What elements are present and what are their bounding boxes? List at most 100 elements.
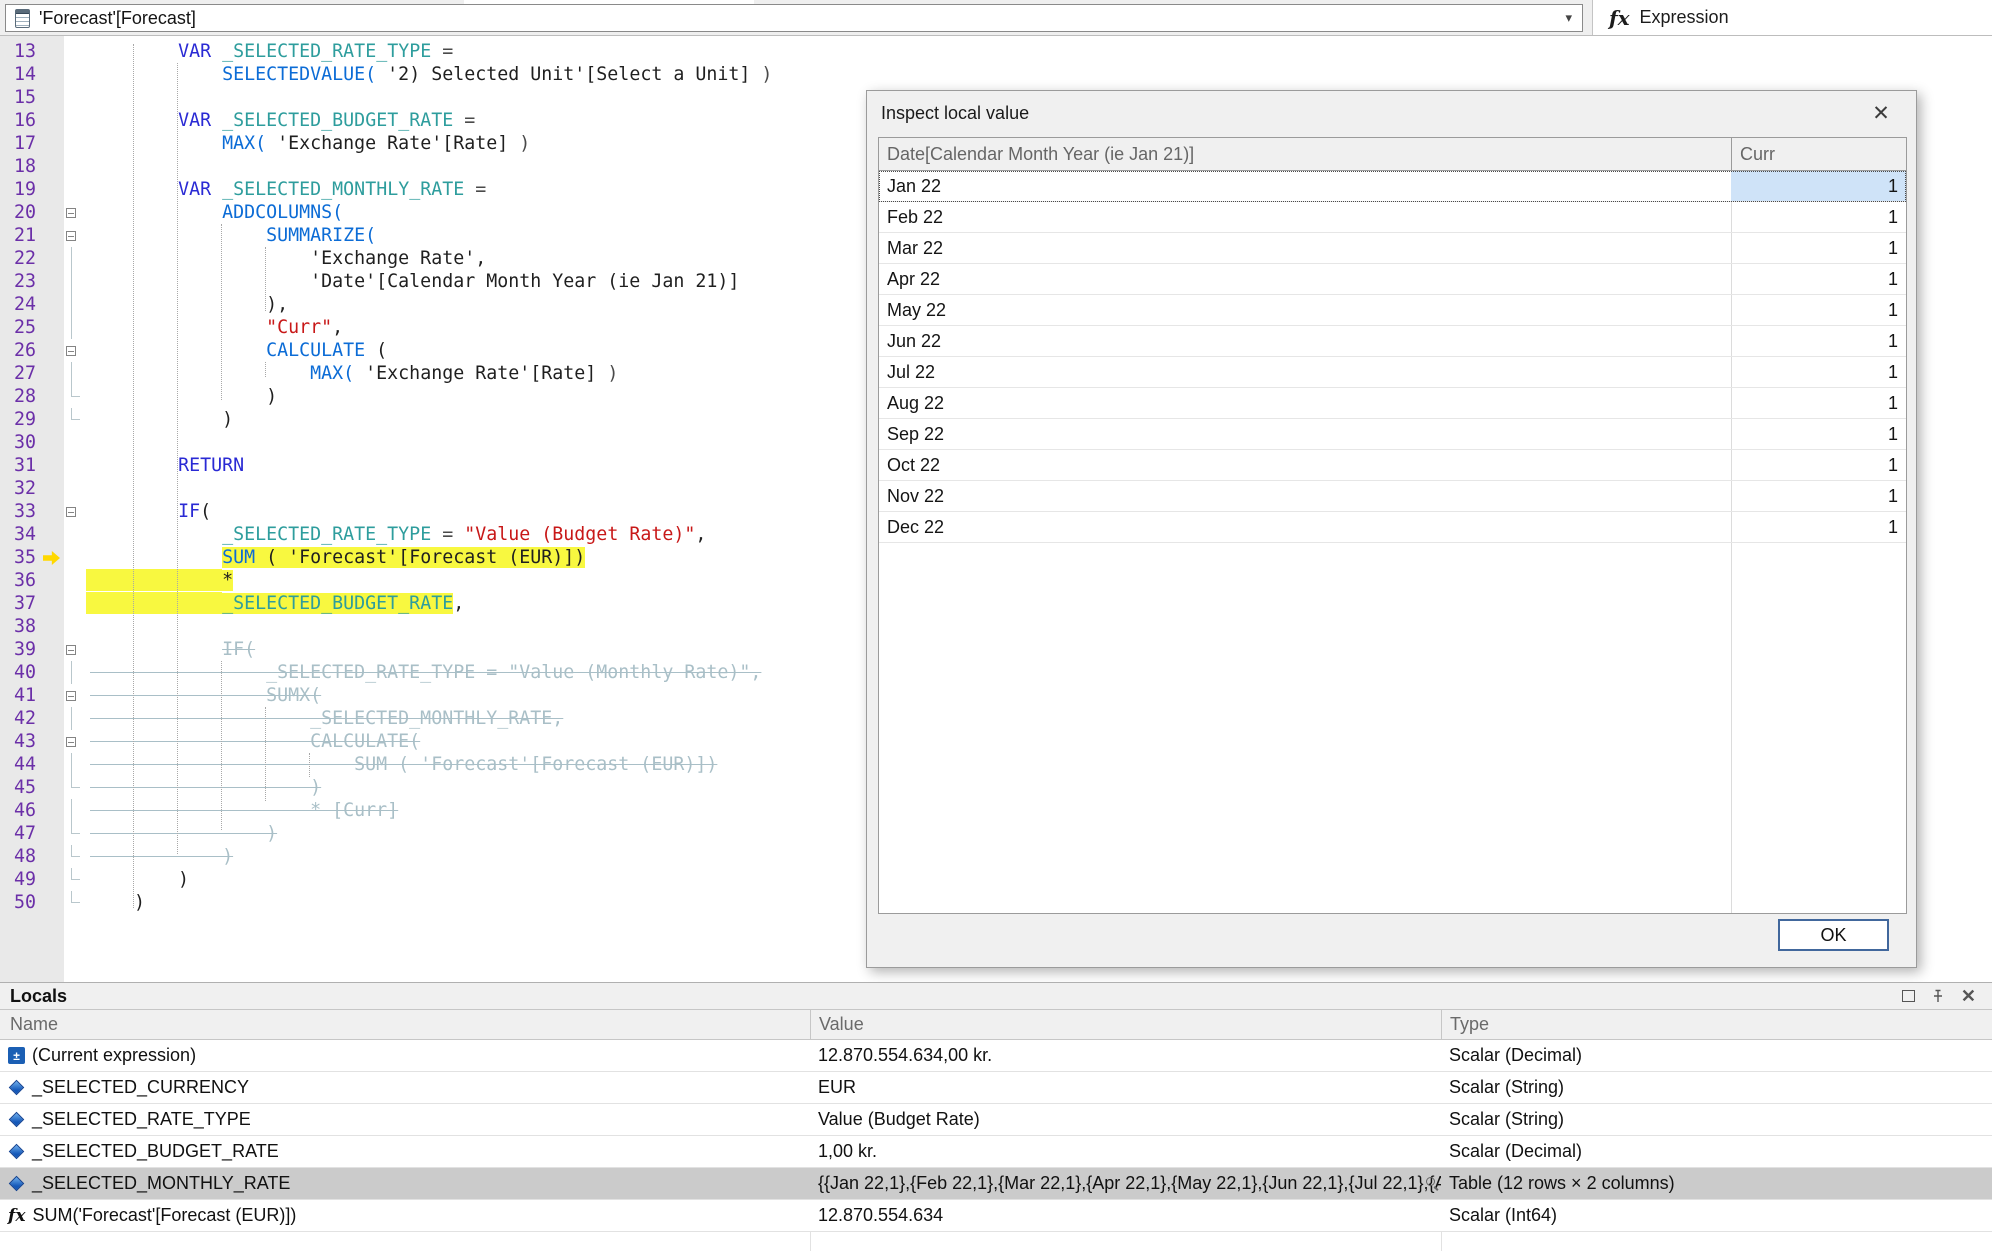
line-number[interactable]: 40 bbox=[0, 661, 36, 684]
line-number[interactable]: 36 bbox=[0, 569, 36, 592]
local-name-cell[interactable]: _SELECTED_RATE_TYPE bbox=[0, 1104, 810, 1135]
line-number[interactable]: 20 bbox=[0, 201, 36, 224]
curr-cell[interactable]: 1 bbox=[1731, 202, 1906, 232]
month-cell[interactable]: May 22 bbox=[879, 295, 1731, 325]
line-number[interactable]: 14 bbox=[0, 63, 36, 86]
local-value-cell[interactable]: {{Jan 22,1},{Feb 22,1},{Mar 22,1},{Apr 2… bbox=[810, 1168, 1441, 1199]
curr-cell[interactable]: 1 bbox=[1731, 512, 1906, 542]
line-number[interactable]: 31 bbox=[0, 454, 36, 477]
line-number[interactable]: 41 bbox=[0, 684, 36, 707]
curr-cell[interactable]: 1 bbox=[1731, 450, 1906, 480]
curr-cell[interactable]: 1 bbox=[1731, 295, 1906, 325]
line-number[interactable]: 16 bbox=[0, 109, 36, 132]
ok-button[interactable]: OK bbox=[1778, 919, 1889, 951]
month-cell[interactable]: Apr 22 bbox=[879, 264, 1731, 294]
column-header-curr[interactable]: Curr bbox=[1731, 138, 1906, 170]
close-icon[interactable]: ✕ bbox=[1961, 987, 1976, 1005]
table-row[interactable]: Apr 221 bbox=[879, 264, 1906, 295]
line-number[interactable]: 18 bbox=[0, 155, 36, 178]
month-cell[interactable]: Jul 22 bbox=[879, 357, 1731, 387]
table-row[interactable]: Jan 221 bbox=[879, 171, 1906, 202]
chevron-down-icon[interactable]: ▾ bbox=[1565, 10, 1572, 26]
code-fold-icon[interactable] bbox=[66, 645, 76, 655]
table-row[interactable]: Oct 221 bbox=[879, 450, 1906, 481]
table-row[interactable]: Mar 221 bbox=[879, 233, 1906, 264]
line-number[interactable]: 46 bbox=[0, 799, 36, 822]
code-fold-icon[interactable] bbox=[66, 737, 76, 747]
column-header-value[interactable]: Value bbox=[810, 1010, 1441, 1039]
month-cell[interactable]: Dec 22 bbox=[879, 512, 1731, 542]
line-number[interactable]: 17 bbox=[0, 132, 36, 155]
local-value-cell[interactable]: 1,00 kr. bbox=[810, 1136, 1441, 1167]
line-number[interactable]: 37 bbox=[0, 592, 36, 615]
code-fold-icon[interactable] bbox=[66, 346, 76, 356]
curr-cell[interactable]: 1 bbox=[1731, 419, 1906, 449]
locals-row[interactable]: _SELECTED_MONTHLY_RATE{{Jan 22,1},{Feb 2… bbox=[0, 1168, 1992, 1200]
line-number[interactable]: 39 bbox=[0, 638, 36, 661]
line-number[interactable]: 28 bbox=[0, 385, 36, 408]
line-number[interactable]: 29 bbox=[0, 408, 36, 431]
month-cell[interactable]: Sep 22 bbox=[879, 419, 1731, 449]
pin-icon[interactable] bbox=[1931, 989, 1945, 1003]
line-number[interactable]: 45 bbox=[0, 776, 36, 799]
line-number[interactable]: 44 bbox=[0, 753, 36, 776]
locals-row[interactable]: _SELECTED_RATE_TYPEValue (Budget Rate)Sc… bbox=[0, 1104, 1992, 1136]
line-number[interactable]: 35 bbox=[0, 546, 36, 569]
curr-cell[interactable]: 1 bbox=[1731, 233, 1906, 263]
code-fold-icon[interactable] bbox=[66, 691, 76, 701]
local-name-cell[interactable]: _SELECTED_MONTHLY_RATE bbox=[0, 1168, 810, 1199]
line-number[interactable]: 24 bbox=[0, 293, 36, 316]
month-cell[interactable]: Feb 22 bbox=[879, 202, 1731, 232]
line-number[interactable]: 13 bbox=[0, 40, 36, 63]
line-number[interactable]: 26 bbox=[0, 339, 36, 362]
local-name-cell[interactable]: ±(Current expression) bbox=[0, 1040, 810, 1071]
line-number[interactable]: 21 bbox=[0, 224, 36, 247]
code-line[interactable]: 13 VAR _SELECTED_RATE_TYPE = bbox=[0, 40, 1992, 63]
table-row[interactable]: Sep 221 bbox=[879, 419, 1906, 450]
curr-cell[interactable]: 1 bbox=[1731, 388, 1906, 418]
code-fold-icon[interactable] bbox=[66, 231, 76, 241]
curr-cell[interactable]: 1 bbox=[1731, 171, 1906, 201]
local-name-cell[interactable]: fxSUM('Forecast'[Forecast (EUR)]) bbox=[0, 1200, 810, 1231]
table-row[interactable]: Dec 221 bbox=[879, 512, 1906, 543]
line-number[interactable]: 25 bbox=[0, 316, 36, 339]
local-value-cell[interactable]: 12.870.554.634 bbox=[810, 1200, 1441, 1231]
table-row[interactable]: May 221 bbox=[879, 295, 1906, 326]
line-number[interactable]: 33 bbox=[0, 500, 36, 523]
month-cell[interactable]: Mar 22 bbox=[879, 233, 1731, 263]
column-header-name[interactable]: Name bbox=[0, 1010, 810, 1039]
measure-selector-combobox[interactable]: 'Forecast'[Forecast] ▾ bbox=[5, 4, 1583, 32]
line-number[interactable]: 32 bbox=[0, 477, 36, 500]
line-number[interactable]: 49 bbox=[0, 868, 36, 891]
curr-cell[interactable]: 1 bbox=[1731, 326, 1906, 356]
local-name-cell[interactable]: _SELECTED_CURRENCY bbox=[0, 1072, 810, 1103]
local-value-cell[interactable]: 12.870.554.634,00 kr. bbox=[810, 1040, 1441, 1071]
locals-row[interactable]: _SELECTED_CURRENCYEURScalar (String) bbox=[0, 1072, 1992, 1104]
column-header-type[interactable]: Type bbox=[1441, 1010, 1992, 1039]
table-row[interactable]: Jun 221 bbox=[879, 326, 1906, 357]
month-cell[interactable]: Jun 22 bbox=[879, 326, 1731, 356]
line-number[interactable]: 19 bbox=[0, 178, 36, 201]
table-row[interactable]: Feb 221 bbox=[879, 202, 1906, 233]
line-number[interactable]: 34 bbox=[0, 523, 36, 546]
locals-row[interactable]: ±(Current expression)12.870.554.634,00 k… bbox=[0, 1040, 1992, 1072]
line-number[interactable]: 43 bbox=[0, 730, 36, 753]
line-number[interactable]: 15 bbox=[0, 86, 36, 109]
inspect-magnifier-icon[interactable] bbox=[1426, 1177, 1435, 1186]
locals-row[interactable]: fxSUM('Forecast'[Forecast (EUR)])12.870.… bbox=[0, 1200, 1992, 1232]
local-value-cell[interactable]: EUR bbox=[810, 1072, 1441, 1103]
line-number[interactable]: 38 bbox=[0, 615, 36, 638]
locals-row[interactable]: _SELECTED_BUDGET_RATE1,00 kr.Scalar (Dec… bbox=[0, 1136, 1992, 1168]
line-number[interactable]: 47 bbox=[0, 822, 36, 845]
month-cell[interactable]: Aug 22 bbox=[879, 388, 1731, 418]
local-name-cell[interactable]: _SELECTED_BUDGET_RATE bbox=[0, 1136, 810, 1167]
table-row[interactable]: Jul 221 bbox=[879, 357, 1906, 388]
line-number[interactable]: 23 bbox=[0, 270, 36, 293]
line-number[interactable]: 48 bbox=[0, 845, 36, 868]
line-number[interactable]: 42 bbox=[0, 707, 36, 730]
table-row[interactable]: Nov 221 bbox=[879, 481, 1906, 512]
month-cell[interactable]: Oct 22 bbox=[879, 450, 1731, 480]
code-fold-icon[interactable] bbox=[66, 507, 76, 517]
curr-cell[interactable]: 1 bbox=[1731, 264, 1906, 294]
line-number[interactable]: 22 bbox=[0, 247, 36, 270]
